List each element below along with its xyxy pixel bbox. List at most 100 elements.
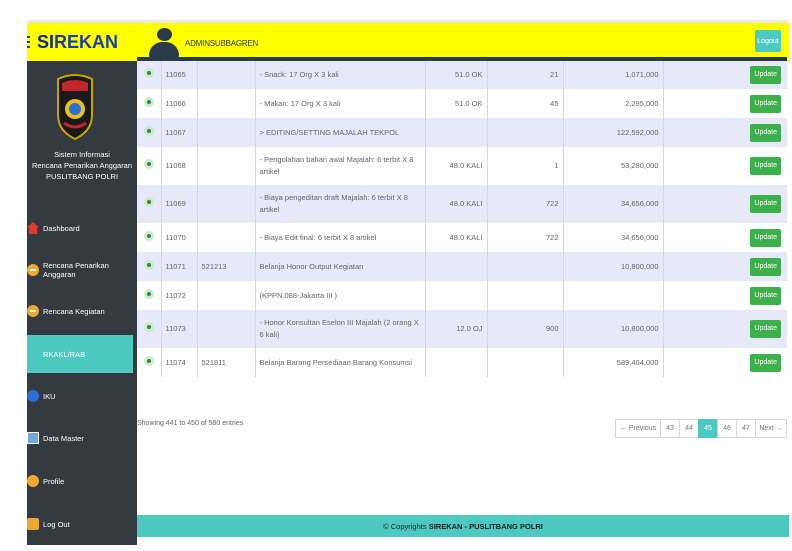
cell-kode bbox=[197, 61, 255, 89]
cell-volume: 51.0 OK bbox=[425, 61, 488, 89]
row-select-radio[interactable] bbox=[137, 252, 161, 281]
cell-action: Update bbox=[663, 252, 787, 281]
update-button[interactable]: Update bbox=[750, 286, 781, 305]
cell-action: Update bbox=[663, 281, 787, 310]
brand-prefix: SI bbox=[37, 31, 55, 52]
radio-icon[interactable] bbox=[143, 159, 154, 169]
sidebar-item-rencana-penarikan-anggaran[interactable]: Rencana Penarikan Anggaran bbox=[27, 251, 137, 289]
row-select-radio[interactable] bbox=[137, 118, 161, 147]
radio-icon[interactable] bbox=[143, 230, 154, 241]
update-button[interactable]: Update bbox=[750, 157, 781, 175]
brand-name: REKAN bbox=[54, 31, 119, 52]
polri-logo bbox=[57, 74, 93, 141]
home-icon bbox=[27, 222, 39, 234]
logout-button[interactable]: Logout bbox=[755, 30, 781, 52]
table-row: 11071 521213 Belanja Honor Output Kegiatan… bbox=[137, 252, 787, 281]
footer-copyright: © Copyrights bbox=[383, 521, 427, 531]
sidebar-item-label: Rencana Penarikan Anggaran bbox=[43, 261, 109, 279]
cell-id: 11073 bbox=[160, 310, 198, 348]
table-row: 11066 - Makan: 17 Org X 3 kali 51.0 OK 45 2,… bbox=[137, 89, 787, 118]
cell-volume bbox=[425, 118, 488, 147]
row-select-radio[interactable] bbox=[137, 348, 161, 377]
pagination-previous[interactable]: ← Previous bbox=[615, 419, 661, 438]
cell-id: 11074 bbox=[160, 348, 198, 377]
cell-uraian: > EDITING/SETTING MAJALAH TEKPOL bbox=[254, 118, 426, 147]
sidebar-item-data-master[interactable]: Data Master bbox=[27, 419, 137, 457]
menu-toggle-icon[interactable] bbox=[27, 36, 30, 48]
table-row: 11070 - Biaya Edit final: 6 terbit X 8 ar… bbox=[137, 223, 787, 252]
cell-qty: 45 bbox=[487, 89, 564, 118]
row-select-radio[interactable] bbox=[137, 281, 161, 310]
sidebar-item-label: Rencana Kegiatan bbox=[43, 306, 105, 316]
pagination-next[interactable]: Next → bbox=[755, 419, 787, 438]
cell-uraian: - Biaya Edit final: 6 terbit X 8 artikel bbox=[254, 223, 426, 252]
radio-icon[interactable] bbox=[143, 96, 154, 107]
update-button[interactable]: Update bbox=[750, 228, 781, 247]
cell-id: 11066 bbox=[160, 89, 198, 118]
minus-circle-icon bbox=[27, 305, 39, 317]
cell-qty: 722 bbox=[487, 185, 564, 223]
radio-icon[interactable] bbox=[143, 259, 154, 270]
cell-volume: 51.0 OK bbox=[425, 89, 488, 118]
radio-icon[interactable] bbox=[143, 322, 154, 332]
pagination-page-current[interactable]: 45 bbox=[698, 419, 718, 438]
update-button[interactable]: Update bbox=[750, 320, 781, 338]
row-select-radio[interactable] bbox=[137, 185, 161, 223]
cell-uraian: - Honor Konsultan Eselon III Majalah (2 … bbox=[254, 310, 426, 348]
cell-total: 53,280,000 bbox=[563, 147, 664, 185]
cell-kode bbox=[197, 185, 255, 223]
radio-icon[interactable] bbox=[143, 197, 154, 207]
update-button[interactable]: Update bbox=[750, 257, 781, 276]
cell-total: 34,656,000 bbox=[563, 223, 664, 252]
cell-volume: 48.0 KALI bbox=[425, 185, 488, 223]
database-icon bbox=[27, 432, 39, 444]
table-row: 11068 - Pengolahan bahan awal Majalah: 6 … bbox=[137, 147, 787, 185]
radio-icon[interactable] bbox=[143, 68, 154, 78]
pagination-page[interactable]: 43 bbox=[660, 419, 680, 438]
cell-total bbox=[563, 281, 664, 310]
table-row: 11074 521811 Belanja Barang Persediaan Bar… bbox=[137, 348, 787, 377]
cell-total: 10,800,000 bbox=[563, 310, 664, 348]
footer-brand: SIREKAN - PUSLITBANG POLRI bbox=[428, 521, 543, 531]
update-button[interactable]: Update bbox=[750, 66, 781, 84]
user-icon bbox=[27, 475, 39, 487]
circle-icon bbox=[27, 390, 39, 402]
cell-action: Update bbox=[663, 89, 787, 118]
cell-uraian: - Biaya pengeditan draft Majalah: 6 terb… bbox=[254, 185, 426, 223]
brand[interactable]: SI REKAN bbox=[27, 23, 137, 61]
sidebar-item-rencana-kegiatan[interactable]: Rencana Kegiatan bbox=[27, 292, 137, 330]
sidebar-item-iku[interactable]: IKU bbox=[27, 377, 137, 415]
cell-volume bbox=[425, 281, 488, 310]
row-select-radio[interactable] bbox=[137, 223, 161, 252]
radio-icon[interactable] bbox=[143, 355, 154, 366]
user-menu[interactable]: ADMINSUBBAGREN bbox=[149, 28, 258, 58]
row-select-radio[interactable] bbox=[137, 61, 161, 89]
update-button[interactable]: Update bbox=[750, 94, 781, 113]
radio-icon[interactable] bbox=[143, 125, 154, 136]
sidebar-item-log-out[interactable]: Log Out bbox=[27, 505, 137, 543]
cell-uraian: - Snack: 17 Org X 3 kali bbox=[254, 61, 426, 89]
radio-icon[interactable] bbox=[143, 288, 154, 299]
update-button[interactable]: Update bbox=[750, 353, 781, 372]
row-select-radio[interactable] bbox=[137, 147, 161, 185]
sidebar-item-dashboard[interactable]: Dashboard bbox=[27, 209, 137, 247]
cell-qty bbox=[487, 348, 564, 377]
update-button[interactable]: Update bbox=[750, 123, 781, 142]
sidebar-item-profile[interactable]: Profile bbox=[27, 462, 137, 500]
cell-kode bbox=[197, 118, 255, 147]
update-button[interactable]: Update bbox=[750, 195, 781, 213]
row-select-radio[interactable] bbox=[137, 89, 161, 118]
sidebar-item-rkakl-rab[interactable]: RKAKL/RAB bbox=[27, 335, 133, 373]
pagination-page[interactable]: 46 bbox=[717, 419, 737, 438]
cell-action: Update bbox=[663, 223, 787, 252]
cell-action: Update bbox=[663, 310, 787, 348]
pagination-page[interactable]: 44 bbox=[679, 419, 699, 438]
cell-id: 11069 bbox=[160, 185, 198, 223]
table-row: 11072 (KPPN.088-Jakarta III ) Update bbox=[137, 281, 787, 310]
sidebar-title: Sistem Informasi Rencana Penarikan Angga… bbox=[31, 150, 133, 181]
cell-kode bbox=[197, 281, 255, 310]
cell-total: 10,800,000 bbox=[563, 252, 664, 281]
pagination-page[interactable]: 47 bbox=[736, 419, 756, 438]
sidebar-item-label: IKU bbox=[43, 391, 56, 401]
row-select-radio[interactable] bbox=[137, 310, 161, 348]
